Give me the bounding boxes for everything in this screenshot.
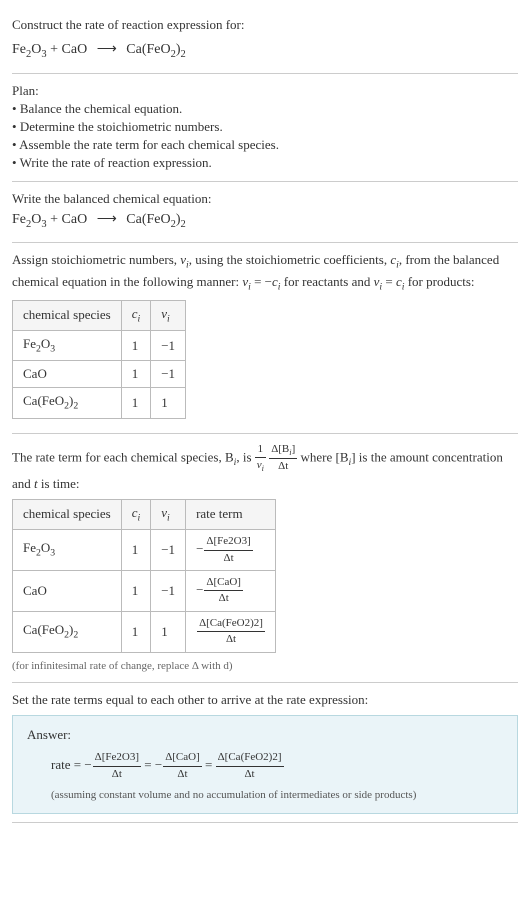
frac-one-over-nu: 1νi bbox=[255, 442, 266, 475]
final-label: Set the rate terms equal to each other t… bbox=[12, 691, 518, 709]
table-row: Fe2O3 1 −1 bbox=[13, 330, 186, 360]
balanced-equation: Fe2O3 + CaO ⟶ Ca(FeO2)2 bbox=[12, 208, 518, 234]
cell-term: Δ[Ca(FeO2)2]Δt bbox=[186, 611, 276, 652]
cell-term: −Δ[Fe2O3]Δt bbox=[186, 530, 276, 571]
cell-species: CaO bbox=[13, 570, 122, 611]
reactant-cao: + CaO bbox=[47, 42, 88, 57]
rate-term-table: chemical species ci νi rate term Fe2O3 1… bbox=[12, 499, 276, 653]
rate-expression: rate = −Δ[Fe2O3]Δt = −Δ[CaO]Δt = Δ[Ca(Fe… bbox=[27, 750, 503, 782]
table-row: Ca(FeO2)2 1 1 bbox=[13, 388, 186, 418]
final-section: Set the rate terms equal to each other t… bbox=[12, 683, 518, 824]
plan-label: Plan: bbox=[12, 82, 518, 100]
answer-note: (assuming constant volume and no accumul… bbox=[27, 788, 503, 803]
cell-ci: 1 bbox=[121, 388, 151, 418]
plan-step: Determine the stoichiometric numbers. bbox=[12, 118, 518, 136]
rate-term-intro: The rate term for each chemical species,… bbox=[12, 442, 518, 493]
col-species: chemical species bbox=[13, 499, 122, 529]
cell-species: Fe2O3 bbox=[13, 330, 122, 360]
stoich-intro: Assign stoichiometric numbers, νi, using… bbox=[12, 251, 518, 293]
cell-nui: 1 bbox=[151, 388, 186, 418]
plan-section: Plan: Balance the chemical equation. Det… bbox=[12, 74, 518, 182]
reaction-arrow: ⟶ bbox=[97, 42, 117, 57]
balanced-section: Write the balanced chemical equation: Fe… bbox=[12, 182, 518, 244]
cell-species: Ca(FeO2)2 bbox=[13, 388, 122, 418]
product-cafeo22: Ca(FeO2)2 bbox=[126, 212, 186, 227]
cell-nui: −1 bbox=[151, 570, 186, 611]
cell-ci: 1 bbox=[121, 361, 151, 388]
balanced-label: Write the balanced chemical equation: bbox=[12, 190, 518, 208]
reactant-fe2o3: Fe2O3 bbox=[12, 212, 47, 227]
plan-step: Assemble the rate term for each chemical… bbox=[12, 136, 518, 154]
prompt-section: Construct the rate of reaction expressio… bbox=[12, 8, 518, 74]
col-ci: ci bbox=[121, 499, 151, 529]
cell-term: −Δ[CaO]Δt bbox=[186, 570, 276, 611]
infinitesimal-note: (for infinitesimal rate of change, repla… bbox=[12, 659, 518, 674]
col-species: chemical species bbox=[13, 300, 122, 330]
plan-step: Write the rate of reaction expression. bbox=[12, 154, 518, 172]
cell-ci: 1 bbox=[121, 330, 151, 360]
product-cafeo22: Ca(FeO2)2 bbox=[126, 42, 186, 57]
cell-species: Ca(FeO2)2 bbox=[13, 611, 122, 652]
reactant-fe2o3: Fe2O3 bbox=[12, 42, 47, 57]
table-header-row: chemical species ci νi bbox=[13, 300, 186, 330]
col-ci: ci bbox=[121, 300, 151, 330]
table-row: CaO 1 −1 bbox=[13, 361, 186, 388]
stoichiometry-section: Assign stoichiometric numbers, νi, using… bbox=[12, 243, 518, 433]
prompt-text: Construct the rate of reaction expressio… bbox=[12, 16, 518, 34]
cell-species: CaO bbox=[13, 361, 122, 388]
table-row: Ca(FeO2)2 1 1 Δ[Ca(FeO2)2]Δt bbox=[13, 611, 276, 652]
cell-nui: −1 bbox=[151, 361, 186, 388]
cell-nui: 1 bbox=[151, 611, 186, 652]
cell-nui: −1 bbox=[151, 330, 186, 360]
cell-species: Fe2O3 bbox=[13, 530, 122, 571]
reaction-arrow: ⟶ bbox=[97, 212, 117, 227]
cell-ci: 1 bbox=[121, 530, 151, 571]
col-nui: νi bbox=[151, 300, 186, 330]
table-row: Fe2O3 1 −1 −Δ[Fe2O3]Δt bbox=[13, 530, 276, 571]
col-nui: νi bbox=[151, 499, 186, 529]
stoich-table: chemical species ci νi Fe2O3 1 −1 CaO 1 … bbox=[12, 300, 186, 419]
cell-ci: 1 bbox=[121, 611, 151, 652]
table-header-row: chemical species ci νi rate term bbox=[13, 499, 276, 529]
table-row: CaO 1 −1 −Δ[CaO]Δt bbox=[13, 570, 276, 611]
rate-term-section: The rate term for each chemical species,… bbox=[12, 434, 518, 683]
answer-box: Answer: rate = −Δ[Fe2O3]Δt = −Δ[CaO]Δt =… bbox=[12, 715, 518, 814]
plan-list: Balance the chemical equation. Determine… bbox=[12, 100, 518, 173]
plan-step: Balance the chemical equation. bbox=[12, 100, 518, 118]
frac-dbi-dt: Δ[Bi]Δt bbox=[269, 442, 297, 475]
cell-ci: 1 bbox=[121, 570, 151, 611]
reactant-cao: + CaO bbox=[47, 212, 88, 227]
unbalanced-equation: Fe2O3 + CaO ⟶ Ca(FeO2)2 bbox=[12, 38, 518, 64]
cell-nui: −1 bbox=[151, 530, 186, 571]
answer-label: Answer: bbox=[27, 726, 503, 744]
col-term: rate term bbox=[186, 499, 276, 529]
